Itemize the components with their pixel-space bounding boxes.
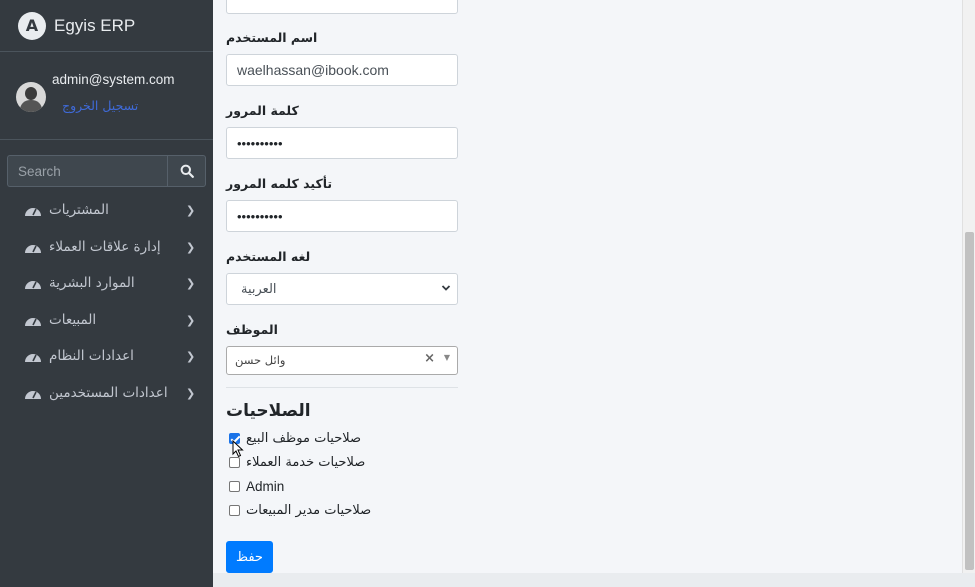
brand-logo: A bbox=[18, 11, 46, 40]
chevron-left-icon: ❮ bbox=[186, 386, 196, 400]
dashboard-icon bbox=[25, 281, 41, 290]
sidebar-item-system-settings[interactable]: اعدادات النظام ❮ bbox=[0, 339, 213, 376]
user-email: admin@system.com bbox=[52, 72, 175, 87]
scrollbar[interactable] bbox=[962, 0, 975, 573]
search-icon bbox=[180, 164, 194, 178]
permission-item[interactable]: صلاحيات خدمة العملاء bbox=[229, 453, 365, 471]
employee-value: وائل حسن bbox=[235, 353, 286, 367]
password-label: كلمة المرور bbox=[226, 103, 299, 118]
scroll-thumb[interactable] bbox=[965, 232, 974, 570]
sidebar-item-label: اعدادات النظام bbox=[49, 348, 134, 365]
permission-item[interactable]: صلاحيات مدير المبيعات bbox=[229, 501, 371, 519]
employee-label: الموظف bbox=[226, 322, 278, 337]
search-input[interactable] bbox=[7, 155, 167, 187]
dashboard-icon bbox=[25, 390, 41, 399]
username-label: اسم المستخدم bbox=[226, 30, 318, 45]
dashboard-icon bbox=[25, 208, 41, 216]
permission-label: Admin bbox=[246, 478, 285, 494]
chevron-left-icon: ❮ bbox=[186, 313, 196, 327]
dropdown-arrow-icon: ▼ bbox=[443, 353, 450, 362]
permission-checkbox[interactable] bbox=[229, 504, 240, 516]
sidebar-item-label: المبيعات bbox=[49, 311, 97, 328]
sidebar-item-crm[interactable]: إدارة علاقات العملاء ❮ bbox=[0, 230, 213, 267]
sidebar: A Egyis ERP admin@system.com تسجيل الخرو… bbox=[0, 0, 213, 587]
sidebar-item-purchases[interactable]: المشتريات ❮ bbox=[0, 193, 213, 230]
dashboard-icon bbox=[25, 244, 41, 253]
sidebar-item-hr[interactable]: الموارد البشرية ❮ bbox=[0, 266, 213, 303]
permission-item[interactable]: صلاحيات موظف البيع bbox=[229, 429, 361, 447]
brand-link[interactable]: A Egyis ERP bbox=[0, 0, 213, 52]
sidebar-item-label: المشتريات bbox=[49, 202, 109, 218]
dashboard-icon bbox=[25, 354, 41, 363]
brand-title: Egyis ERP bbox=[54, 15, 136, 35]
chevron-left-icon: ❮ bbox=[186, 350, 196, 364]
password-input[interactable]: •••••••••• bbox=[226, 127, 458, 159]
username-input[interactable]: waelhassan@ibook.com bbox=[226, 54, 458, 86]
permission-label: صلاحيات موظف البيع bbox=[246, 430, 362, 446]
dashboard-icon bbox=[25, 317, 41, 326]
logout-link[interactable]: تسجيل الخروج bbox=[62, 98, 138, 113]
permissions-title: الصلاحيات bbox=[226, 401, 311, 421]
confirm-password-label: تأكيد كلمه المرور bbox=[226, 176, 333, 191]
employee-select[interactable]: وائل حسن × ▼ bbox=[226, 346, 458, 375]
language-value: العربية bbox=[241, 282, 277, 297]
mouse-cursor-icon bbox=[232, 440, 244, 458]
sidebar-item-label: إدارة علاقات العملاء bbox=[49, 238, 161, 255]
footer-bar bbox=[213, 573, 975, 587]
permission-checkbox[interactable] bbox=[229, 456, 240, 468]
permission-label: صلاحيات خدمة العملاء bbox=[246, 454, 366, 470]
permission-label: صلاحيات مدير المبيعات bbox=[246, 502, 372, 518]
chevron-down-icon bbox=[441, 285, 451, 291]
sidebar-search bbox=[7, 155, 206, 187]
language-select[interactable]: العربية bbox=[226, 273, 458, 305]
save-button[interactable]: حفظ bbox=[226, 541, 273, 573]
user-panel: admin@system.com تسجيل الخروج bbox=[0, 64, 213, 140]
search-button[interactable] bbox=[167, 155, 206, 187]
divider bbox=[226, 387, 458, 388]
clear-icon[interactable]: × bbox=[424, 351, 435, 366]
avatar bbox=[16, 82, 46, 112]
previous-field[interactable] bbox=[226, 0, 458, 14]
sidebar-item-user-settings[interactable]: اعدادات المستخدمين ❮ bbox=[0, 376, 213, 413]
chevron-left-icon: ❮ bbox=[186, 204, 196, 217]
sidebar-item-label: اعدادات المستخدمين bbox=[49, 384, 168, 401]
chevron-left-icon: ❮ bbox=[186, 277, 196, 291]
language-label: لغه المستخدم bbox=[226, 249, 311, 264]
sidebar-nav: المشتريات ❮ إدارة علاقات العملاء ❮ الموا… bbox=[0, 193, 213, 413]
sidebar-item-sales[interactable]: المبيعات ❮ bbox=[0, 303, 213, 340]
chevron-left-icon: ❮ bbox=[186, 240, 196, 254]
permission-checkbox[interactable] bbox=[229, 480, 240, 492]
sidebar-item-label: الموارد البشرية bbox=[49, 275, 135, 292]
confirm-password-input[interactable]: •••••••••• bbox=[226, 200, 458, 232]
permission-item[interactable]: Admin bbox=[229, 477, 284, 495]
